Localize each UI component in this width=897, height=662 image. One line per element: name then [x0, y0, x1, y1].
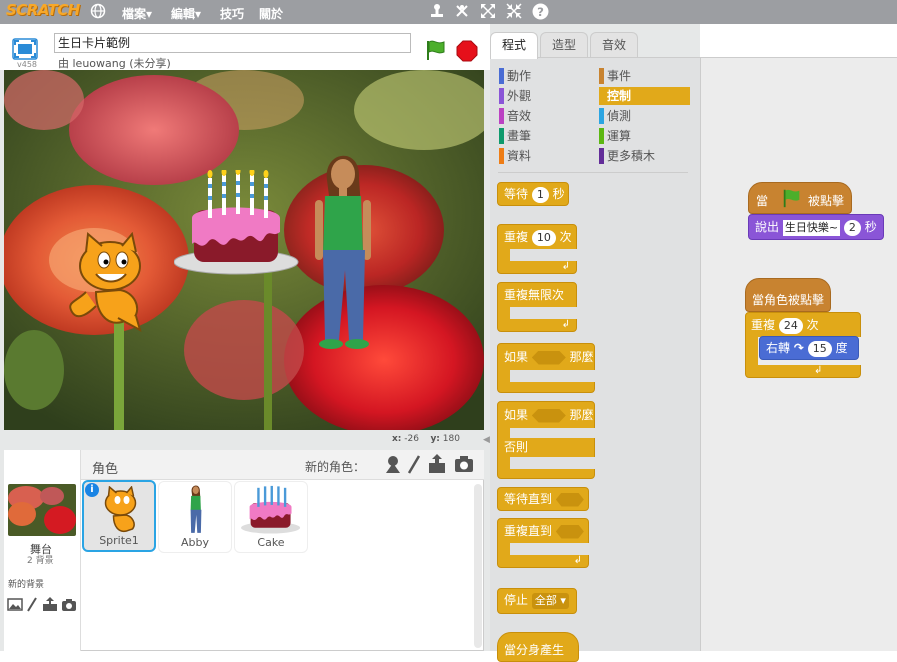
- menu-file[interactable]: 檔案▾: [122, 5, 152, 22]
- wait-input[interactable]: 1: [531, 186, 549, 203]
- paint-sprite-icon[interactable]: [407, 455, 421, 474]
- category-operators[interactable]: 運算: [599, 127, 631, 145]
- new-sprite-label: 新的角色：: [305, 460, 366, 474]
- upload-backdrop-icon[interactable]: [43, 597, 57, 611]
- sprite-name: Sprite1: [99, 534, 139, 547]
- tab-scripts[interactable]: 程式: [490, 32, 538, 59]
- rotate-cw-icon: ↷: [793, 341, 804, 355]
- help-icon[interactable]: ?: [531, 3, 549, 21]
- block-turn-right[interactable]: 右轉 ↷ 15 度: [759, 336, 859, 360]
- project-title-input[interactable]: 生日卡片範例: [54, 33, 411, 53]
- camera-backdrop-icon[interactable]: [62, 599, 76, 611]
- condition-slot[interactable]: [555, 492, 584, 507]
- category-data[interactable]: 資料: [499, 147, 531, 165]
- abby-thumbnail: [190, 485, 202, 533]
- tab-costumes[interactable]: 造型: [540, 32, 588, 58]
- menu-edit[interactable]: 編輯▾: [171, 5, 201, 22]
- category-pen[interactable]: 畫筆: [499, 127, 531, 145]
- abby-sprite[interactable]: [309, 150, 379, 360]
- category-events[interactable]: 事件: [599, 67, 631, 85]
- category-sensing[interactable]: 偵測: [599, 107, 631, 125]
- stage-thumbnail[interactable]: [8, 484, 76, 536]
- category-motion[interactable]: 動作: [499, 67, 531, 85]
- info-icon[interactable]: i: [85, 483, 99, 497]
- cat-sprite[interactable]: [66, 232, 156, 332]
- green-flag-icon[interactable]: [424, 38, 448, 65]
- loop-arrow-icon: ↲: [573, 555, 582, 566]
- version-label: v458: [17, 60, 38, 69]
- new-backdrop-label: 新的背景: [8, 580, 45, 590]
- loop-arrow-icon: ↲: [814, 365, 823, 376]
- loop-arrow-icon: ↲: [561, 261, 570, 272]
- cut-scissors-icon[interactable]: [453, 3, 471, 21]
- cake-sprite[interactable]: [174, 170, 304, 275]
- backdrop-library-icon[interactable]: [7, 598, 23, 611]
- block-forever[interactable]: 重複無限次 ↲: [497, 282, 578, 332]
- block-say-for-secs[interactable]: 說出 生日快樂~ 2 秒: [748, 214, 884, 240]
- sprite-name: Cake: [257, 536, 285, 549]
- sprite-library-icon[interactable]: [386, 456, 400, 473]
- block-when-sprite-clicked[interactable]: 當角色被點擊: [745, 278, 831, 312]
- condition-slot[interactable]: [531, 350, 566, 365]
- globe-icon[interactable]: [89, 3, 107, 21]
- stop-dropdown[interactable]: 全部 ▾: [531, 593, 569, 609]
- block-if-else[interactable]: 如果 那麼 否則: [497, 401, 596, 479]
- category-looks[interactable]: 外觀: [499, 87, 531, 105]
- sprite-tile-cake[interactable]: Cake: [234, 481, 308, 553]
- block-wait[interactable]: 等待 1 秒: [497, 182, 569, 206]
- block-if-then[interactable]: 如果 那麼: [497, 343, 596, 393]
- category-list: 動作 事件 外觀 控制 音效 偵測 畫筆 運算 資料 更多積木: [499, 67, 690, 171]
- sprite-name: Abby: [181, 536, 209, 549]
- upload-sprite-icon[interactable]: [429, 454, 445, 473]
- category-control[interactable]: 控制: [599, 87, 690, 105]
- sprite-pane-scrollbar[interactable]: [474, 484, 482, 648]
- block-wait-until[interactable]: 等待直到: [497, 487, 589, 511]
- repeat-input[interactable]: 10: [531, 229, 556, 246]
- block-stop[interactable]: 停止 全部 ▾: [497, 588, 577, 614]
- category-sound[interactable]: 音效: [499, 107, 531, 125]
- tab-sounds[interactable]: 音效: [590, 32, 638, 58]
- sprite1-thumbnail: [104, 486, 137, 533]
- menu-tips[interactable]: 技巧: [220, 5, 244, 22]
- menu-bar: SCRATCH 檔案▾ 編輯▾ 技巧 關於 ?: [0, 0, 897, 24]
- block-repeat[interactable]: 重複 10 次 ↲: [497, 224, 578, 274]
- backdrop-count: 2 背景: [27, 556, 54, 566]
- project-author: 由 leuowang (未分享): [58, 57, 171, 70]
- svg-text:?: ?: [537, 5, 544, 19]
- divider: [498, 172, 688, 173]
- cake-thumbnail: [241, 485, 301, 534]
- loop-arrow-icon: ↲: [561, 319, 570, 330]
- new-backdrop-tools: [7, 596, 79, 612]
- scripts-area[interactable]: 當 被點擊 說出 生日快樂~ 2 秒 當角色被點擊 重複 24 次 ↲ 右轉 ↷…: [700, 57, 897, 651]
- say-text-input[interactable]: 生日快樂~: [782, 219, 841, 236]
- condition-slot[interactable]: [531, 408, 566, 423]
- sprites-title: 角色: [92, 462, 119, 477]
- stop-icon[interactable]: [456, 40, 478, 62]
- paint-backdrop-icon[interactable]: [27, 597, 37, 612]
- menu-about[interactable]: 關於: [259, 5, 283, 22]
- block-repeat-until[interactable]: 重複直到 ↲: [497, 518, 590, 568]
- fullscreen-icon[interactable]: [12, 38, 38, 60]
- block-when-flag-clicked[interactable]: 當 被點擊: [748, 182, 852, 214]
- turn-degrees-input[interactable]: 15: [807, 340, 832, 357]
- duplicate-stamp-icon[interactable]: [428, 3, 446, 21]
- grow-icon[interactable]: [479, 3, 497, 21]
- scratch-logo[interactable]: SCRATCH: [6, 1, 80, 19]
- repeat-count-input[interactable]: 24: [778, 317, 803, 334]
- shrink-icon[interactable]: [505, 3, 523, 21]
- green-flag-icon: [783, 189, 800, 208]
- condition-slot[interactable]: [555, 524, 584, 539]
- stage-canvas[interactable]: [4, 70, 484, 430]
- say-secs-input[interactable]: 2: [843, 219, 861, 236]
- collapse-arrow-icon[interactable]: ◀: [483, 435, 490, 447]
- block-when-clone-start[interactable]: 當分身產生: [497, 632, 579, 662]
- camera-sprite-icon[interactable]: [455, 456, 473, 472]
- sprite-tile-abby[interactable]: Abby: [158, 481, 232, 553]
- block-palette: 動作 事件 外觀 控制 音效 偵測 畫筆 運算 資料 更多積木 等待 1 秒 重…: [490, 57, 700, 662]
- sprite-tile-sprite1[interactable]: i Sprite1: [82, 480, 156, 552]
- new-sprite-tools: [383, 453, 478, 475]
- category-more-blocks[interactable]: 更多積木: [599, 147, 655, 165]
- mouse-coordinates: x: -26 y: 180: [392, 434, 460, 444]
